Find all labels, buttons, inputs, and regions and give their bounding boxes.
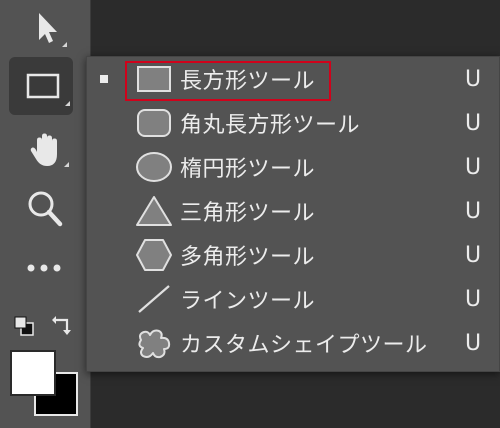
menu-item-rounded-rectangle-tool[interactable]: 角丸長方形ツール U xyxy=(87,101,500,145)
menu-item-triangle-tool[interactable]: 三角形ツール U xyxy=(87,189,500,233)
menu-item-label: 角丸長方形ツール xyxy=(180,113,361,138)
magnifier-icon xyxy=(27,190,63,228)
menu-item-custom-shape-tool[interactable]: カスタムシェイプツール U xyxy=(87,321,500,365)
default-colors-button[interactable] xyxy=(12,314,36,338)
arrow-cursor-icon xyxy=(32,10,60,46)
menu-item-ellipse-tool[interactable]: 楕円形ツール U xyxy=(87,145,500,189)
selected-indicator xyxy=(100,75,108,83)
swap-colors-button[interactable] xyxy=(50,312,76,338)
swap-arrows-icon xyxy=(51,313,75,337)
tools-panel xyxy=(0,0,91,428)
polygon-icon xyxy=(133,237,175,273)
menu-item-shortcut: U xyxy=(465,286,482,312)
menu-item-shortcut: U xyxy=(465,110,482,136)
more-tools-button[interactable] xyxy=(20,250,70,286)
rounded-rectangle-icon xyxy=(133,105,175,141)
menu-item-label: ラインツール xyxy=(180,289,316,314)
triangle-icon xyxy=(133,193,175,229)
highlight-annotation-box xyxy=(125,61,331,101)
menu-item-shortcut: U xyxy=(465,66,482,92)
move-tool-button[interactable] xyxy=(22,4,70,52)
menu-item-shortcut: U xyxy=(465,154,482,180)
custom-shape-icon xyxy=(133,325,175,361)
foreground-color-swatch[interactable] xyxy=(10,350,56,396)
menu-item-rectangle-tool[interactable]: 長方形ツール U xyxy=(87,57,500,101)
ellipse-icon xyxy=(133,149,175,185)
menu-item-shortcut: U xyxy=(465,242,482,268)
zoom-tool-button[interactable] xyxy=(20,186,70,232)
menu-item-label: 三角形ツール xyxy=(180,201,316,226)
menu-item-label: カスタムシェイプツール xyxy=(180,333,428,358)
rectangle-tool-button[interactable] xyxy=(9,57,73,115)
line-icon xyxy=(133,281,175,317)
menu-item-polygon-tool[interactable]: 多角形ツール U xyxy=(87,233,500,277)
menu-item-shortcut: U xyxy=(465,198,482,224)
menu-item-label: 楕円形ツール xyxy=(180,157,316,182)
ellipsis-icon xyxy=(25,263,65,273)
rectangle-icon xyxy=(26,73,60,103)
menu-item-line-tool[interactable]: ラインツール U xyxy=(87,277,500,321)
menu-item-label: 多角形ツール xyxy=(180,245,316,270)
hand-tool-button[interactable] xyxy=(20,126,70,174)
shape-tools-flyout-menu: 長方形ツール U 角丸長方形ツール U 楕円形ツール U 三角形ツール U 多角… xyxy=(86,56,500,372)
default-colors-icon xyxy=(13,315,35,337)
hand-icon xyxy=(28,132,62,168)
menu-item-shortcut: U xyxy=(465,330,482,356)
